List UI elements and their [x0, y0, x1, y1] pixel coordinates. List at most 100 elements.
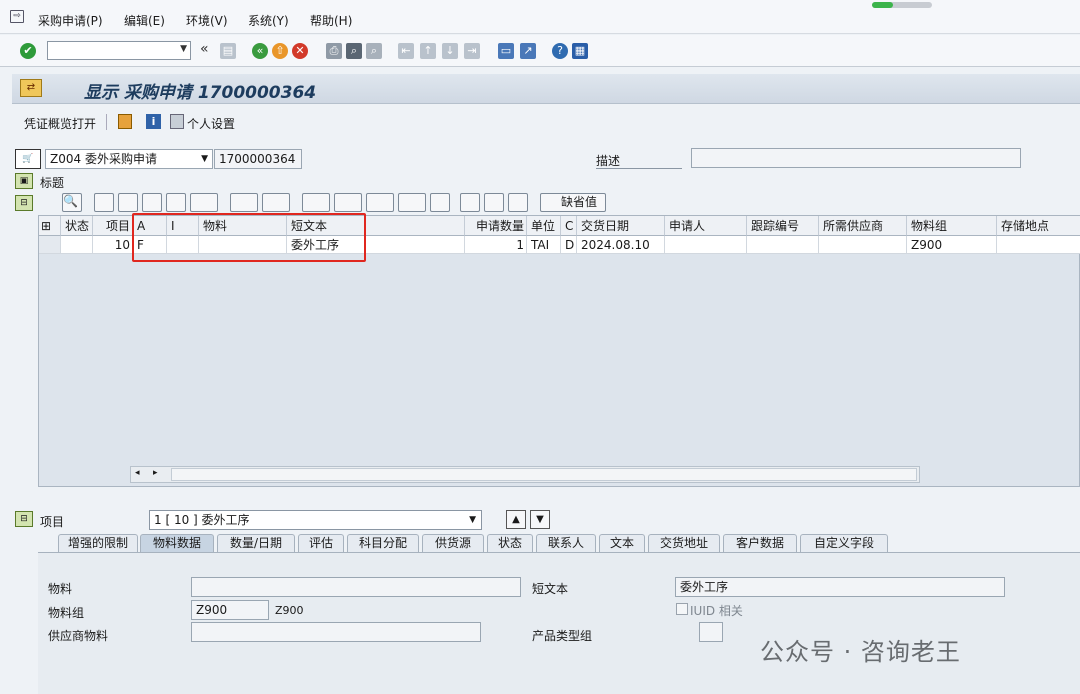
doc-type-icon[interactable]: 🛒 [15, 149, 41, 169]
menu-purchase-requisition[interactable]: 采购申请(P) [38, 12, 103, 29]
doc-type-select[interactable]: Z004 委外采购申请 ▼ [45, 149, 213, 169]
sort-ascending-icon[interactable] [94, 193, 114, 212]
previous-item-button[interactable]: ▲ [506, 510, 526, 529]
cell-quantity[interactable]: 1 [465, 236, 527, 254]
menu-environment[interactable]: 环境(V) [186, 12, 228, 29]
save-icon[interactable]: ▤ [220, 43, 236, 59]
print-icon[interactable] [302, 193, 330, 212]
col-unit[interactable]: 单位 [527, 216, 561, 236]
tab-source-of-supply[interactable]: 供货源 [422, 534, 484, 553]
col-tracking-number[interactable]: 跟踪编号 [747, 216, 819, 236]
layout-icon[interactable] [398, 193, 426, 212]
chevron-down-icon[interactable]: ▼ [469, 512, 476, 528]
last-page-icon[interactable]: ⇥ [464, 43, 480, 59]
scroll-right-icon[interactable]: ▸ [153, 468, 158, 478]
tab-customer-data[interactable]: 客户数据 [723, 534, 797, 553]
tab-status[interactable]: 状态 [487, 534, 533, 553]
cell-item[interactable]: 10 [93, 236, 133, 254]
col-material-group[interactable]: 物料组 [907, 216, 997, 236]
sort-descending-icon[interactable] [118, 193, 138, 212]
cell-requisitioner[interactable] [665, 236, 747, 254]
exit-icon[interactable]: ⇧ [272, 43, 288, 59]
export-icon[interactable] [366, 193, 394, 212]
menu-icon[interactable]: ⇨ [10, 10, 24, 23]
col-item[interactable]: 项目 [93, 216, 133, 236]
document-icon[interactable] [508, 193, 528, 212]
cancel-icon[interactable]: ✕ [292, 43, 308, 59]
views-icon[interactable] [334, 193, 362, 212]
other-document-icon[interactable] [118, 114, 132, 129]
filter-icon[interactable] [190, 193, 218, 212]
menu-help[interactable]: 帮助(H) [310, 12, 352, 29]
col-status[interactable]: 状态 [61, 216, 93, 236]
cell-storage-location[interactable] [997, 236, 1080, 254]
cell-tracking-number[interactable] [747, 236, 819, 254]
cell-date-category[interactable]: D [561, 236, 577, 254]
tab-enhanced-restriction[interactable]: 增强的限制 [58, 534, 138, 553]
tab-contact-person[interactable]: 联系人 [536, 534, 596, 553]
back-icon[interactable]: « [252, 43, 268, 59]
short-text-field[interactable]: 委外工序 [675, 577, 1005, 597]
items-collapse-icon[interactable]: ⊟ [15, 195, 33, 211]
cell-unit[interactable]: TAI [527, 236, 561, 254]
template-icon[interactable] [484, 193, 504, 212]
cell-material-group[interactable]: Z900 [907, 236, 997, 254]
personal-settings-button[interactable]: 个人设置 [187, 115, 235, 132]
scroll-thumb[interactable] [171, 468, 917, 481]
document-overview-button[interactable]: 凭证概览打开 [24, 115, 96, 132]
col-delivery-date[interactable]: 交货日期 [577, 216, 665, 236]
transaction-icon[interactable]: ⇄ [20, 79, 42, 97]
col-date-category[interactable]: C [561, 216, 577, 236]
command-field[interactable]: ▼ [47, 41, 191, 60]
find-next-icon[interactable]: ⌕ [366, 43, 382, 59]
tab-account-assignment[interactable]: 科目分配 [347, 534, 419, 553]
prev-page-icon[interactable]: ↑ [420, 43, 436, 59]
tab-delivery-address[interactable]: 交货地址 [648, 534, 720, 553]
details-icon[interactable]: 🔍 [62, 193, 82, 212]
material-group-field[interactable]: Z900 [191, 600, 269, 620]
select-all-header[interactable]: ⊞ [39, 216, 61, 236]
menu-system[interactable]: 系统(Y) [248, 12, 289, 29]
doc-number-field[interactable]: 1700000364 [214, 149, 302, 169]
description-field[interactable] [691, 148, 1021, 168]
scroll-left-icon[interactable]: ◂ [135, 468, 140, 478]
col-quantity[interactable]: 申请数量 [465, 216, 527, 236]
col-storage-location[interactable]: 存储地点 [997, 216, 1080, 236]
first-page-icon[interactable]: ⇤ [398, 43, 414, 59]
supplier-material-field[interactable] [191, 622, 481, 642]
enter-icon[interactable]: ✔ [20, 43, 36, 59]
tab-quantity-date[interactable]: 数量/日期 [217, 534, 295, 553]
personal-settings-icon[interactable] [170, 114, 184, 129]
default-values-button[interactable]: 缺省值 [540, 193, 606, 212]
product-type-group-field[interactable] [699, 622, 723, 642]
info-icon[interactable]: i [146, 114, 161, 129]
tab-custom-fields[interactable]: 自定义字段 [800, 534, 888, 553]
tab-material-data[interactable]: 物料数据 [140, 534, 214, 553]
tab-valuation[interactable]: 评估 [298, 534, 344, 553]
col-desired-supplier[interactable]: 所需供应商 [819, 216, 907, 236]
next-page-icon[interactable]: ↓ [442, 43, 458, 59]
cell-delivery-date[interactable]: 2024.08.10 [577, 236, 665, 254]
find-next-icon[interactable] [166, 193, 186, 212]
next-item-button[interactable]: ▼ [530, 510, 550, 529]
col-requisitioner[interactable]: 申请人 [665, 216, 747, 236]
cell-desired-supplier[interactable] [819, 236, 907, 254]
shortcut-icon[interactable]: ↗ [520, 43, 536, 59]
help-icon[interactable]: ? [552, 43, 568, 59]
subtotal-icon[interactable] [262, 193, 290, 212]
header-expand-icon[interactable]: ▣ [15, 173, 33, 189]
customize-layout-icon[interactable]: ▦ [572, 43, 588, 59]
row-selector[interactable] [39, 236, 61, 254]
find-icon[interactable]: ⌕ [346, 43, 362, 59]
menu-edit[interactable]: 编辑(E) [124, 12, 165, 29]
info-icon[interactable] [430, 193, 450, 212]
item-section-icon[interactable]: ⊟ [15, 511, 33, 527]
collapse-icon[interactable]: « [200, 41, 209, 57]
copy-icon[interactable] [460, 193, 480, 212]
find-icon[interactable] [142, 193, 162, 212]
material-field[interactable] [191, 577, 521, 597]
tab-texts[interactable]: 文本 [599, 534, 645, 553]
horizontal-scrollbar[interactable]: ◂ ▸ [130, 466, 920, 483]
iuid-checkbox[interactable] [676, 603, 688, 615]
item-select[interactable]: 1 [ 10 ] 委外工序 ▼ [149, 510, 482, 530]
